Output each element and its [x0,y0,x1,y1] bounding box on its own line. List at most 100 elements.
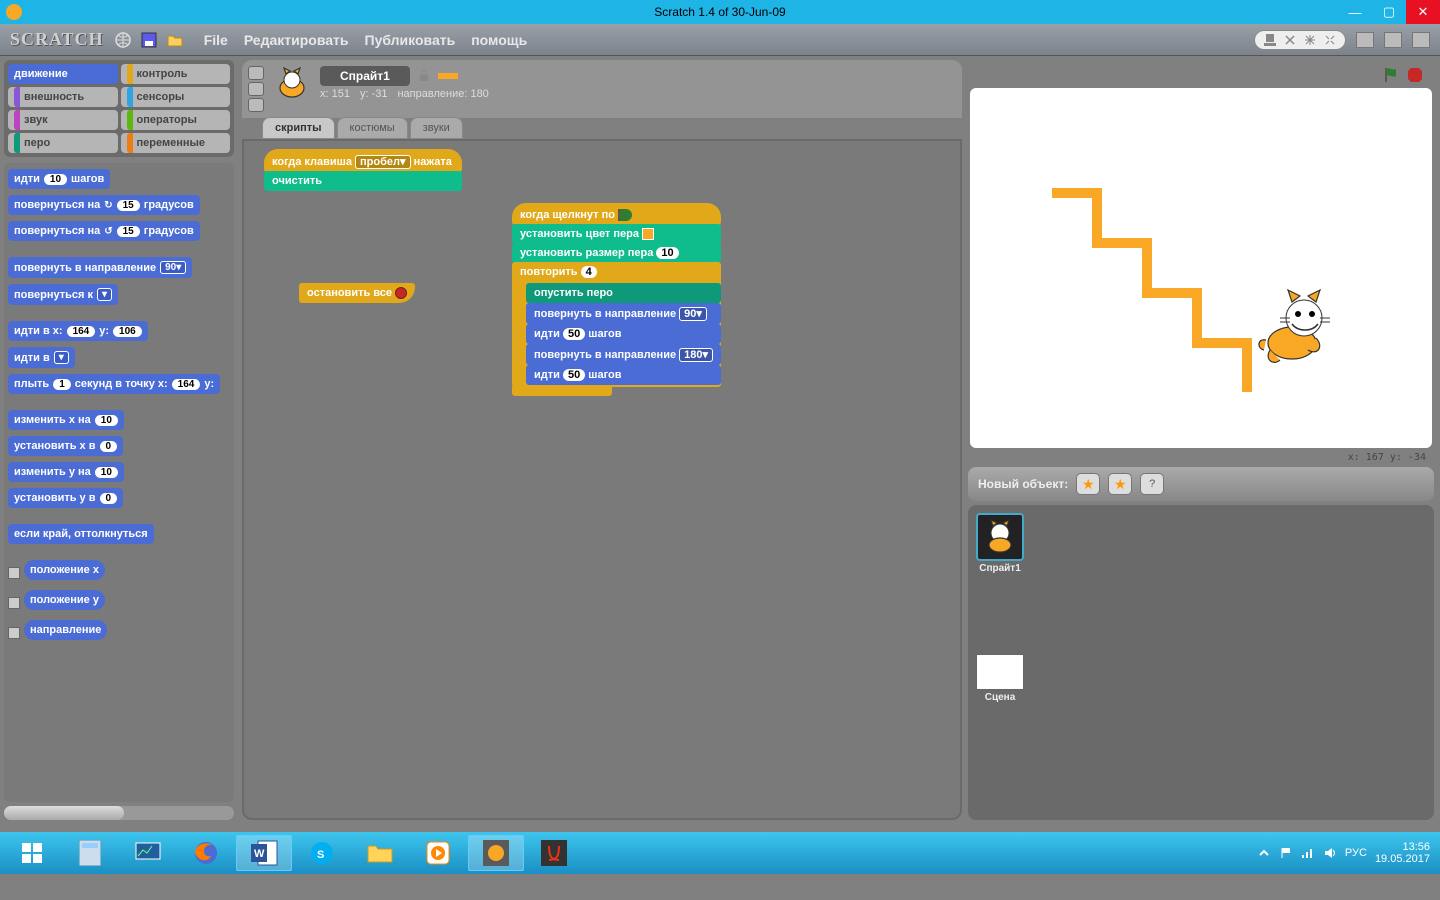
random-sprite-button[interactable]: ? [1140,473,1164,495]
presentation-button[interactable] [1412,32,1430,48]
block-change-y[interactable]: изменить y на10 [8,462,124,482]
tray-language[interactable]: РУС [1345,847,1367,859]
taskbar-monitor[interactable] [120,835,176,871]
block-turn-right[interactable]: повернуться на ↻ 15градусов [8,195,200,215]
tab-scripts[interactable]: скрипты [262,117,335,139]
taskbar-calculator[interactable] [62,835,118,871]
taskbar-skype[interactable]: S [294,835,350,871]
category-pen[interactable]: перо [8,133,118,153]
reporter-checkbox-y[interactable] [8,597,20,609]
taskbar-firefox[interactable] [178,835,234,871]
normal-stage-button[interactable] [1384,32,1402,48]
lock-icon[interactable] [418,70,430,82]
stop-button[interactable] [1406,66,1424,84]
category-control[interactable]: контроль [121,64,231,84]
save-icon[interactable] [140,31,158,49]
block-change-x[interactable]: изменить x на10 [8,410,124,430]
script-stop-all[interactable]: остановить все [299,283,415,303]
new-object-label: Новый объект: [978,477,1068,491]
block-set-y[interactable]: установить y в0 [8,488,123,508]
direction-indicator [438,73,458,79]
taskbar-mediaplayer[interactable] [410,835,466,871]
sprite-header: Спрайт1 x: 151 y: -31 направление: 180 [242,60,962,118]
block-goto[interactable]: идти в ▾ [8,347,75,368]
menu-edit[interactable]: Редактировать [244,32,349,48]
start-button[interactable] [4,835,60,871]
open-icon[interactable] [166,31,184,49]
category-operators[interactable]: операторы [121,110,231,130]
green-flag-button[interactable] [1382,66,1400,84]
rotate-lr-button[interactable] [248,82,264,96]
sprite-list-item[interactable]: Спрайт1 [976,513,1024,574]
block-move-steps[interactable]: идти10шагов [8,169,110,189]
language-icon[interactable] [114,31,132,49]
category-selector: движение контроль внешность сенсоры звук… [4,60,234,157]
stage[interactable] [970,88,1432,448]
block-palette-panel: движение контроль внешность сенсоры звук… [0,56,238,824]
tray-flag-icon[interactable] [1279,846,1293,860]
cut-icon[interactable] [1283,33,1297,47]
reporter-x[interactable]: положение x [24,560,105,580]
stage-tools [1254,30,1346,50]
rotate-free-button[interactable] [248,66,264,80]
taskbar-word[interactable]: W [236,835,292,871]
tab-sounds[interactable]: звуки [410,117,463,139]
reporter-direction[interactable]: направление [24,620,107,640]
menu-share[interactable]: Публиковать [365,32,456,48]
block-goto-xy[interactable]: идти в x:164y:106 [8,321,148,341]
block-set-x[interactable]: установить x в0 [8,436,123,456]
block-point-towards[interactable]: повернуться к ▾ [8,284,118,305]
category-looks[interactable]: внешность [8,87,118,107]
block-point-direction[interactable]: повернуть в направление90▾ [8,257,192,278]
small-stage-button[interactable] [1356,32,1374,48]
stage-thumbnail-item[interactable]: Сцена [976,654,1024,703]
block-bounce[interactable]: если край, оттолкнуться [8,524,154,544]
stage-mouse-coords: x: 167 y: -34 [968,450,1434,465]
script-when-flag[interactable]: когда щелкнут по установить цвет пера ус… [512,203,721,395]
tray-network-icon[interactable] [1301,846,1315,860]
shrink-icon[interactable] [1323,33,1337,47]
tray-volume-icon[interactable] [1323,846,1337,860]
category-motion[interactable]: движение [8,64,118,84]
block-glide[interactable]: плыть1секунд в точку x:164y: [8,374,220,394]
sprite-name-field[interactable]: Спрайт1 [320,66,410,86]
sprite-tabs: скрипты костюмы звуки [242,117,962,139]
taskbar-scratch[interactable] [468,835,524,871]
stamp-icon[interactable] [1263,33,1277,47]
paint-sprite-button[interactable]: ★ [1076,473,1100,495]
taskbar-acrobat[interactable] [526,835,582,871]
sprite-list: Спрайт1 Сцена [968,505,1434,820]
category-variables[interactable]: переменные [121,133,231,153]
script-when-key[interactable]: когда клавиша пробел▾ нажата очистить [264,149,462,190]
maximize-button[interactable]: ▢ [1372,0,1406,24]
sprite-y: y: -31 [360,88,388,100]
close-button[interactable]: ✕ [1406,0,1440,24]
reporter-checkbox-x[interactable] [8,567,20,579]
menu-help[interactable]: помощь [471,32,527,48]
menu-file[interactable]: File [204,32,228,48]
menubar: SCRATCH File Редактировать Публиковать п… [0,24,1440,56]
windows-taskbar: W S РУС 13:56 19.05.2017 [0,832,1440,874]
reporter-y[interactable]: положение y [24,590,105,610]
taskbar-explorer[interactable] [352,835,408,871]
tray-up-icon[interactable] [1257,846,1271,860]
choose-sprite-button[interactable]: ★ [1108,473,1132,495]
scratch-logo: SCRATCH [10,29,104,50]
window-title: Scratch 1.4 of 30-Jun-09 [654,5,785,19]
rotate-none-button[interactable] [248,98,264,112]
tray-clock[interactable]: 13:56 19.05.2017 [1375,841,1430,865]
category-sensing[interactable]: сенсоры [121,87,231,107]
minimize-button[interactable]: — [1338,0,1372,24]
category-sound[interactable]: звук [8,110,118,130]
tab-costumes[interactable]: костюмы [337,117,408,139]
svg-text:S: S [317,849,324,861]
stage-sprite-cat[interactable] [1252,288,1342,378]
scripts-panel: Спрайт1 x: 151 y: -31 направление: 180 с… [238,56,966,824]
scripts-canvas[interactable]: когда клавиша пробел▾ нажата очистить ос… [242,139,962,820]
grow-icon[interactable] [1303,33,1317,47]
palette-scrollbar[interactable] [4,806,234,820]
sprite-x: x: 151 [320,88,350,100]
block-turn-left[interactable]: повернуться на ↺ 15градусов [8,221,200,241]
reporter-checkbox-dir[interactable] [8,627,20,639]
new-sprite-bar: Новый объект: ★ ★ ? [968,467,1434,501]
